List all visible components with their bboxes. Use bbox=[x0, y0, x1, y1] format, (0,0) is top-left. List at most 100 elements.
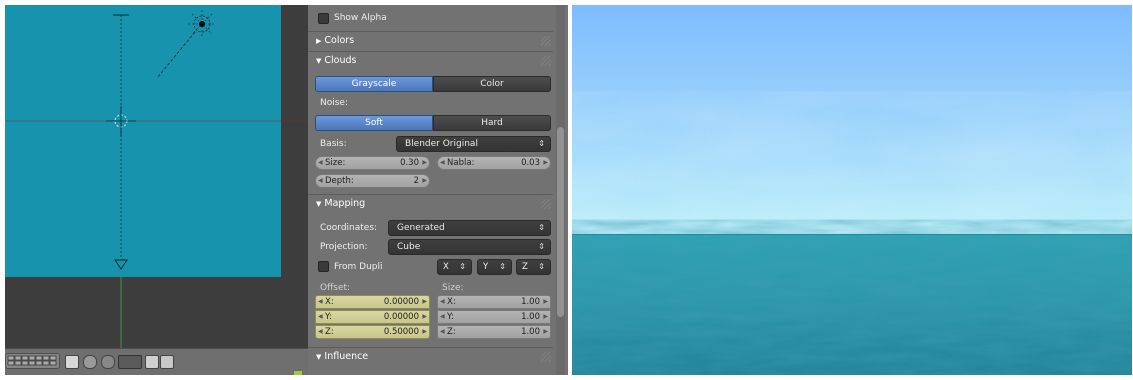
offset-y-field[interactable]: ◀ Y: 0.00000 ▶ bbox=[315, 310, 430, 324]
depth-value: 2 bbox=[413, 176, 419, 186]
colors-section-header[interactable]: ▶ Colors bbox=[316, 35, 354, 46]
texture-properties-panel: Show Alpha ▶ Colors ▼ Clouds Grayscale Col… bbox=[308, 5, 568, 375]
size-label: Size: bbox=[325, 158, 346, 168]
drag-handle-icon[interactable] bbox=[541, 36, 551, 46]
drag-handle-icon[interactable] bbox=[541, 199, 551, 209]
dropdown-arrows-icon: ⇕ bbox=[538, 242, 545, 251]
scale-x-label: X: bbox=[447, 297, 456, 307]
expand-arrow-icon: ▶ bbox=[316, 37, 322, 45]
scroll-marker bbox=[294, 371, 302, 375]
collapse-arrow-icon: ▼ bbox=[316, 57, 322, 65]
scale-y-label: Y: bbox=[447, 312, 454, 322]
increment-arrow-icon[interactable]: ▶ bbox=[543, 157, 548, 169]
offset-z-label: Z: bbox=[325, 327, 334, 337]
viewport-overlay bbox=[5, 10, 308, 348]
show-alpha-checkbox[interactable] bbox=[318, 13, 329, 24]
from-dupli-checkbox[interactable] bbox=[318, 261, 329, 272]
noise-label: Noise: bbox=[320, 98, 348, 108]
collapse-arrow-icon: ▼ bbox=[316, 200, 322, 208]
axis-y-dropdown[interactable]: Y ⇕ bbox=[477, 259, 512, 275]
increment-arrow-icon[interactable]: ▶ bbox=[422, 311, 427, 323]
render-preview bbox=[572, 5, 1132, 375]
soft-noise-button[interactable]: Soft bbox=[315, 115, 433, 131]
scale-z-field[interactable]: ◀ Z: 1.00 ▶ bbox=[437, 325, 551, 339]
scale-x-field[interactable]: ◀ X: 1.00 ▶ bbox=[437, 295, 551, 309]
hard-noise-button[interactable]: Hard bbox=[433, 115, 551, 131]
offset-x-value: 0.00000 bbox=[383, 297, 419, 307]
decrement-arrow-icon[interactable]: ◀ bbox=[318, 175, 323, 187]
projection-label: Projection: bbox=[320, 242, 368, 252]
offset-x-field[interactable]: ◀ X: 0.00000 ▶ bbox=[315, 295, 430, 309]
nabla-field[interactable]: ◀ Nabla: 0.03 ▶ bbox=[437, 156, 551, 170]
increment-arrow-icon[interactable]: ▶ bbox=[422, 175, 427, 187]
offset-z-value: 0.50000 bbox=[383, 327, 419, 337]
decrement-arrow-icon[interactable]: ◀ bbox=[318, 296, 323, 308]
render-icon[interactable] bbox=[160, 355, 174, 369]
coordinates-label: Coordinates: bbox=[320, 223, 378, 233]
color-button[interactable]: Color bbox=[433, 76, 551, 92]
decrement-arrow-icon[interactable]: ◀ bbox=[440, 296, 445, 308]
size-value: 0.30 bbox=[400, 158, 419, 168]
3d-cursor-icon bbox=[106, 106, 136, 136]
offset-y-value: 0.00000 bbox=[383, 312, 419, 322]
decrement-arrow-icon[interactable]: ◀ bbox=[318, 157, 323, 169]
influence-section-header[interactable]: ▼ Influence bbox=[316, 351, 368, 362]
coordinates-value: Generated bbox=[397, 223, 445, 233]
projection-dropdown[interactable]: Cube ⇕ bbox=[388, 239, 551, 255]
coordinates-dropdown[interactable]: Generated ⇕ bbox=[388, 220, 551, 236]
scale-y-field[interactable]: ◀ Y: 1.00 ▶ bbox=[437, 310, 551, 324]
grayscale-button[interactable]: Grayscale bbox=[315, 76, 433, 92]
nabla-value: 0.03 bbox=[521, 158, 540, 168]
scale-z-label: Z: bbox=[447, 327, 456, 337]
offset-label: Offset: bbox=[320, 283, 351, 293]
scale-x-value: 1.00 bbox=[521, 297, 540, 307]
basis-label: Basis: bbox=[320, 139, 347, 149]
depth-field[interactable]: ◀ Depth: 2 ▶ bbox=[315, 174, 430, 188]
basis-dropdown[interactable]: Blender Original ⇕ bbox=[396, 136, 551, 152]
viewport-shade-icon[interactable] bbox=[83, 355, 97, 369]
show-alpha-label: Show Alpha bbox=[334, 13, 387, 23]
axis-y-value: Y bbox=[483, 262, 489, 272]
triangle-marker-icon bbox=[114, 259, 128, 270]
clouds-section-header[interactable]: ▼ Clouds bbox=[316, 55, 356, 66]
increment-arrow-icon[interactable]: ▶ bbox=[422, 157, 427, 169]
drag-handle-icon[interactable] bbox=[541, 56, 551, 66]
mapping-section-header[interactable]: ▼ Mapping bbox=[316, 198, 365, 209]
axis-x-value: X bbox=[443, 262, 449, 272]
camera-icon[interactable] bbox=[145, 355, 159, 369]
increment-arrow-icon[interactable]: ▶ bbox=[422, 296, 427, 308]
offset-z-field[interactable]: ◀ Z: 0.50000 ▶ bbox=[315, 325, 430, 339]
manipulator-icon[interactable] bbox=[118, 355, 142, 369]
scale-z-value: 1.00 bbox=[521, 327, 540, 337]
scale-y-value: 1.00 bbox=[521, 312, 540, 322]
decrement-arrow-icon[interactable]: ◀ bbox=[318, 311, 323, 323]
dropdown-arrows-icon: ⇕ bbox=[538, 139, 545, 148]
axis-x-dropdown[interactable]: X ⇕ bbox=[437, 259, 472, 275]
axis-z-dropdown[interactable]: Z ⇕ bbox=[516, 259, 551, 275]
decrement-arrow-icon[interactable]: ◀ bbox=[440, 157, 445, 169]
scrollbar-thumb[interactable] bbox=[557, 127, 564, 317]
increment-arrow-icon[interactable]: ▶ bbox=[543, 311, 548, 323]
ocean-render-image bbox=[572, 5, 1132, 375]
layer-grid-icon[interactable] bbox=[5, 353, 60, 369]
decrement-arrow-icon[interactable]: ◀ bbox=[440, 311, 445, 323]
basis-value: Blender Original bbox=[405, 139, 478, 149]
decrement-arrow-icon[interactable]: ◀ bbox=[440, 326, 445, 338]
3d-viewport[interactable] bbox=[5, 5, 308, 375]
increment-arrow-icon[interactable]: ▶ bbox=[543, 296, 548, 308]
increment-arrow-icon[interactable]: ▶ bbox=[422, 326, 427, 338]
offset-x-label: X: bbox=[325, 297, 334, 307]
size-field[interactable]: ◀ Size: 0.30 ▶ bbox=[315, 156, 430, 170]
drag-handle-icon[interactable] bbox=[541, 352, 551, 362]
sun-lamp-icon[interactable] bbox=[156, 10, 216, 79]
nabla-label: Nabla: bbox=[447, 158, 475, 168]
snap-icon[interactable] bbox=[101, 355, 115, 369]
dropdown-arrows-icon: ⇕ bbox=[538, 262, 545, 271]
dropdown-arrows-icon: ⇕ bbox=[499, 262, 506, 271]
render-layer-icon[interactable] bbox=[65, 355, 79, 369]
dropdown-arrows-icon: ⇕ bbox=[459, 262, 466, 271]
decrement-arrow-icon[interactable]: ◀ bbox=[318, 326, 323, 338]
increment-arrow-icon[interactable]: ▶ bbox=[543, 326, 548, 338]
collapse-arrow-icon: ▼ bbox=[316, 353, 322, 361]
size-label-2: Size: bbox=[442, 283, 464, 293]
